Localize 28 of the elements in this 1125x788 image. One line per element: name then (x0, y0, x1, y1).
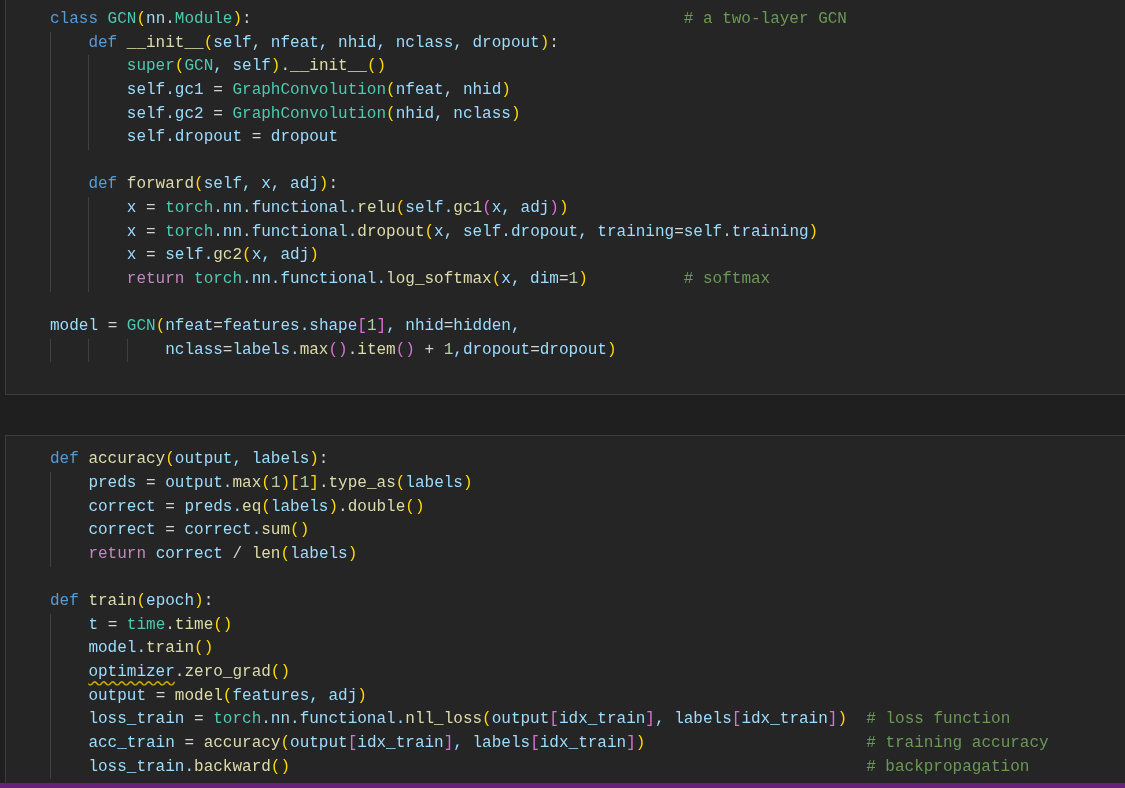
code-line: acc_train = accuracy(output[idx_train], labels[idx_train]) # training accuracy (87, 732, 1049, 754)
code-line: output = model(features, adj) (87, 685, 367, 707)
code-line: def train(epoch): (50, 591, 214, 613)
code-line: t = time.time() (87, 614, 233, 636)
code-line: model.train() (87, 638, 214, 660)
code-cell[interactable] (5, 0, 1125, 396)
code-line: loss_train = torch.nn.functional.nll_loss(output[idx_train], labels[idx_train]) # loss function (87, 709, 1011, 731)
code-line: nclass=labels.max().item() + 1,dropout=dropout) (164, 339, 617, 361)
code-line: self.gc1 = GraphConvolution(nfeat, nhid) (125, 79, 511, 101)
code-line: model = GCN(nfeat=features.shape[1], nhid=hidden, (50, 316, 521, 338)
code-line: def forward(self, x, adj): (87, 174, 339, 196)
code-line: super(GCN, self).__init__() (125, 56, 387, 78)
code-line: correct = correct.sum() (87, 520, 310, 542)
code-line: x = torch.nn.functional.relu(self.gc1(x, adj)) (125, 198, 569, 219)
code-line: self.gc2 = GraphConvolution(nhid, nclass) (125, 103, 521, 125)
code-line: optimizer.zero_grad() (87, 662, 291, 683)
code-line: def accuracy(output, labels): (50, 449, 329, 471)
code-line: def __init__(self, nfeat, nhid, nclass, dropout): (87, 32, 559, 54)
code-line: return correct / len(labels) (87, 543, 358, 565)
code-line: preds = output.max(1)[1].type_as(labels) (87, 473, 473, 494)
code-line: self.dropout = dropout (125, 127, 339, 149)
code-line: return torch.nn.functional.log_softmax(x, dim=1) # softmax (125, 268, 771, 290)
code-cell[interactable] (5, 435, 1125, 783)
code-line: x = torch.nn.functional.dropout(x, self.dropout, training=self.training) (125, 221, 819, 243)
code-line: x = self.gc2(x, adj) (125, 245, 319, 267)
code-line: class GCN(nn.Module): # a two-layer GCN (50, 9, 847, 30)
code-line: correct = preds.eq(labels).double() (87, 496, 425, 518)
code-line: loss_train.backward() # backpropagation (87, 756, 1030, 778)
